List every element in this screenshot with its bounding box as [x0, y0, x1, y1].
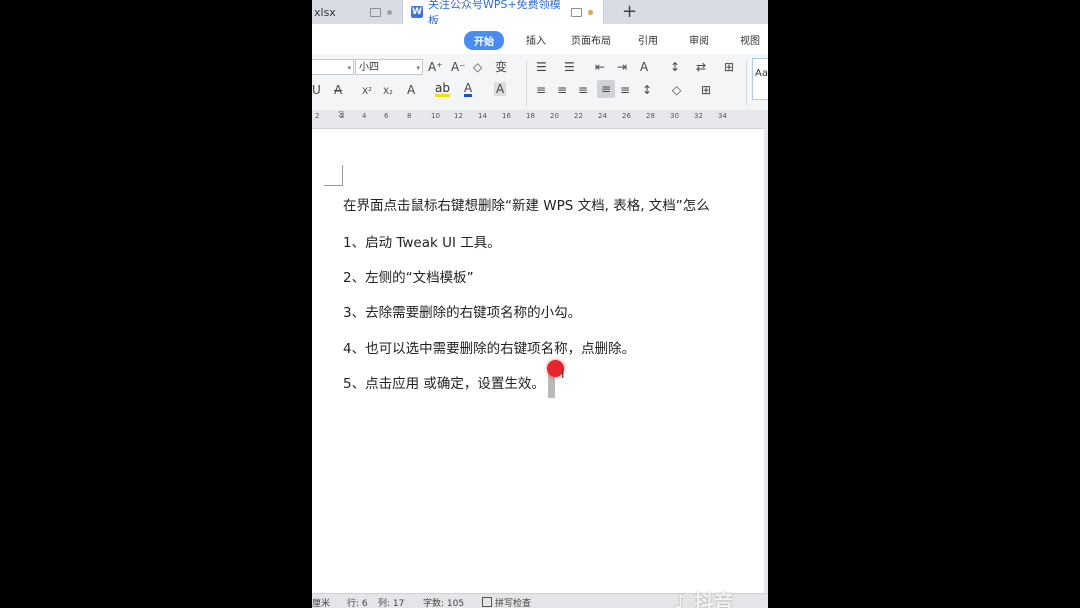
show-marks-icon[interactable]: ⇄: [696, 59, 706, 75]
highlight-icon[interactable]: ab: [435, 82, 450, 97]
ruler-tick-label: 8: [407, 112, 412, 120]
table-grid-icon[interactable]: ⊞: [724, 59, 734, 75]
font-color-icon[interactable]: A: [464, 82, 473, 97]
document-line[interactable]: 在界面点击鼠标右键想删除“新建 WPS 文档, 表格, 文档”怎么: [343, 194, 710, 214]
ruler-tick-label: 10: [431, 112, 440, 120]
document-line[interactable]: 1、启动 Tweak UI 工具。: [343, 231, 501, 251]
text-direction-icon[interactable]: A: [640, 59, 648, 75]
douyin-watermark: ♪ 抖音: [674, 586, 734, 608]
ruler-tick-label: 30: [670, 112, 679, 120]
justify-icon[interactable]: ≡: [597, 80, 616, 98]
horizontal-ruler[interactable]: ⧖ 2 2 4 6 8 10 12 14 16 18 20 22 24 26 28 30 32 34: [312, 110, 768, 129]
ruler-tick-label: 16: [502, 112, 511, 120]
strikethrough-icon[interactable]: A: [334, 82, 342, 98]
sort-icon[interactable]: ↕: [670, 59, 680, 75]
menu-insert[interactable]: 插入: [526, 32, 546, 47]
tab-xlsx[interactable]: xlsx: [312, 0, 402, 24]
tab-label: xlsx: [314, 5, 336, 19]
font-name-select[interactable]: ▾: [312, 59, 354, 75]
monitor-icon: [571, 7, 583, 17]
menu-page-layout[interactable]: 页面布局: [571, 32, 611, 47]
monitor-icon: [370, 7, 381, 17]
wps-writer-icon: W: [411, 6, 423, 18]
shrink-font-icon[interactable]: A⁻: [451, 59, 466, 75]
margin-corner-mark: [324, 165, 343, 186]
watermark-text: 抖音: [693, 590, 734, 608]
ruler-tick-label: 6: [384, 112, 389, 120]
numbered-list-icon[interactable]: ☰: [564, 59, 575, 75]
vertical-scrollbar[interactable]: [764, 128, 768, 593]
document-line[interactable]: 2、左侧的“文档模板”: [343, 266, 474, 286]
text-cursor-icon: I: [561, 367, 565, 381]
status-unit: 厘米: [312, 599, 331, 608]
border-icon[interactable]: ⊞: [701, 82, 711, 98]
align-right-icon[interactable]: ≡: [578, 82, 588, 98]
tab-wps-template[interactable]: W 关注公众号WPS+免费领模板: [402, 0, 604, 27]
document-line[interactable]: 4、也可以选中需要删除的右键项名称，点删除。: [343, 337, 635, 357]
clear-format-icon[interactable]: ◇: [473, 59, 482, 75]
new-tab-button[interactable]: +: [622, 0, 637, 24]
ruler-tick-label: 2: [340, 112, 345, 120]
menu-view[interactable]: 视图: [740, 32, 760, 47]
ruler-tick-label: 34: [718, 112, 727, 120]
checkbox-icon: [482, 597, 492, 607]
font-size-value: 小四: [359, 62, 379, 73]
tab-bar: xlsx W 关注公众号WPS+免费领模板 +: [312, 0, 768, 27]
shading-icon[interactable]: ◇: [672, 82, 681, 98]
close-dot-icon[interactable]: [387, 9, 392, 15]
ribbon-menu: 开始 插入 页面布局 引用 审阅 视图: [312, 24, 768, 54]
char-shading-icon[interactable]: A: [494, 82, 507, 96]
phonetic-guide-icon[interactable]: 变: [495, 59, 507, 75]
superscript-icon[interactable]: X²: [362, 84, 372, 100]
text-effect-icon[interactable]: A: [407, 82, 415, 98]
wps-window: xlsx W 关注公众号WPS+免费领模板 + 开始 插入 页面布局 引用 审阅…: [312, 0, 768, 608]
document-line[interactable]: 5、点击应用 或确定，设置生效。: [343, 372, 545, 392]
document-page[interactable]: 在界面点击鼠标右键想删除“新建 WPS 文档, 表格, 文档”怎么 1、启动 T…: [312, 129, 764, 593]
decrease-indent-icon[interactable]: ⇤: [595, 59, 605, 75]
subscript-icon[interactable]: X₂: [383, 84, 393, 100]
ruler-tick-label: 24: [598, 112, 607, 120]
spell-check-label: 拼写检查: [495, 599, 532, 608]
spell-check-toggle[interactable]: 拼写检查: [482, 596, 531, 608]
menu-references[interactable]: 引用: [638, 32, 658, 47]
ruler-tick-label: 22: [574, 112, 583, 120]
increase-indent-icon[interactable]: ⇥: [617, 59, 627, 75]
menu-review[interactable]: 审阅: [689, 32, 709, 47]
align-center-icon[interactable]: ≡: [557, 82, 567, 98]
ruler-tick-label: 28: [646, 112, 655, 120]
distribute-icon[interactable]: ≡: [620, 82, 630, 98]
style-preview-text: Aa: [755, 68, 768, 79]
document-line[interactable]: 3、去除需要删除的右键项名称的小勾。: [343, 301, 581, 321]
ruler-tick-label: 20: [550, 112, 559, 120]
bullet-list-icon[interactable]: ☰: [536, 59, 547, 75]
ruler-tick-label: 18: [526, 112, 535, 120]
underline-icon[interactable]: U: [312, 82, 321, 98]
ruler-tick-label: 32: [694, 112, 703, 120]
line-spacing-icon[interactable]: ↕: [642, 82, 652, 98]
align-left-icon[interactable]: ≡: [536, 82, 546, 98]
ruler-tick-label: 12: [454, 112, 463, 120]
ruler-tick-label: 4: [362, 112, 367, 120]
status-row: 行: 6: [347, 599, 368, 608]
font-size-select[interactable]: 小四 ▾: [355, 59, 423, 75]
status-word-count[interactable]: 字数: 105: [423, 596, 464, 608]
ruler-tick-label: 26: [622, 112, 631, 120]
status-col: 列: 17: [378, 599, 405, 608]
grow-font-icon[interactable]: A⁺: [428, 59, 443, 75]
ruler-tick-label: 2: [315, 112, 320, 120]
menu-home[interactable]: 开始: [464, 31, 504, 50]
style-gallery[interactable]: Aa: [752, 58, 768, 100]
unsaved-dot-icon[interactable]: [588, 9, 594, 15]
home-toolbar: ▾ 小四 ▾ A⁺ A⁻ ◇ 变 U A X² X₂ A ab A A ☰ ☰ ⇤…: [312, 54, 768, 111]
ruler-tick-label: 14: [478, 112, 487, 120]
